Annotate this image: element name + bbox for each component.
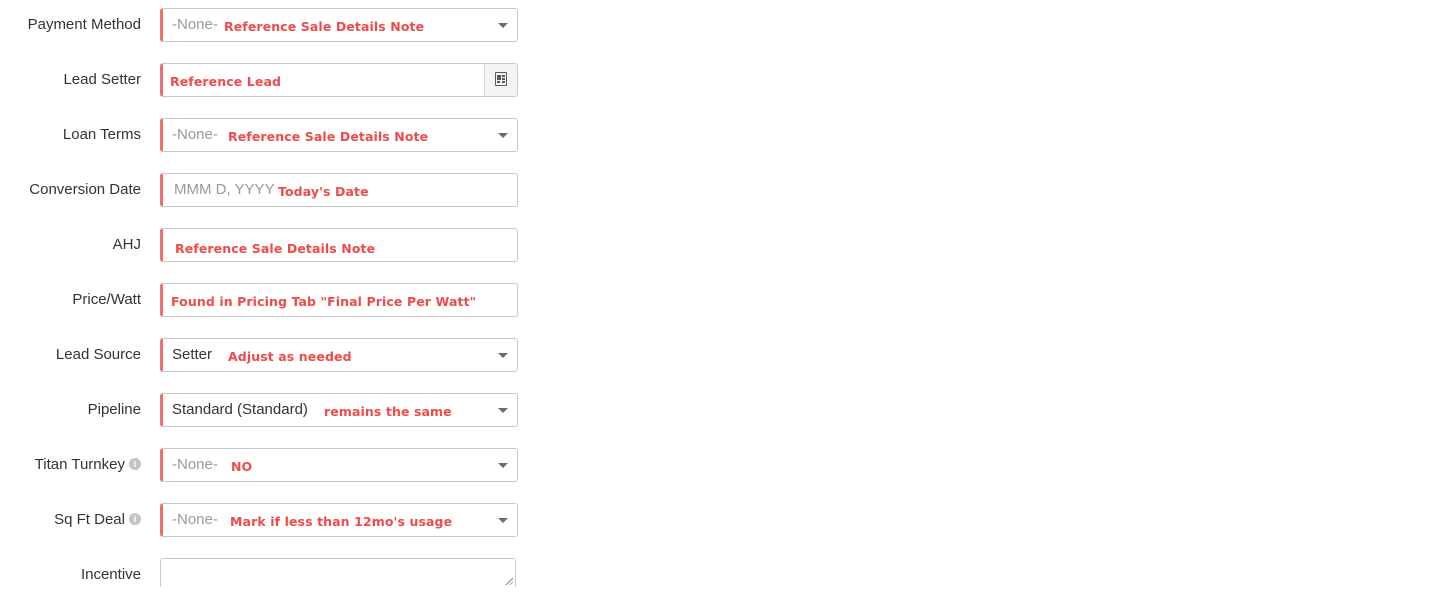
- lead-setter-row: Lead Setter Reference Lead: [0, 63, 560, 97]
- lead-source-label: Lead Source: [55, 346, 141, 363]
- info-icon[interactable]: i: [129, 458, 141, 471]
- lead-setter-lookup-input[interactable]: Reference Lead: [160, 63, 518, 97]
- payment-method-value: -None-: [172, 16, 218, 33]
- sq-ft-deal-row: Sq Ft Deal i -None- Mark if less than 12m…: [0, 503, 560, 537]
- conversion-date-row: Conversion Date MMM D, YYYY Today's Date: [0, 173, 560, 207]
- chevron-down-icon[interactable]: [498, 353, 508, 358]
- price-watt-input[interactable]: Found in Pricing Tab "Final Price Per Wa…: [160, 283, 518, 317]
- ahj-note: Reference Sale Details Note: [175, 241, 376, 256]
- lead-setter-note: Reference Lead: [170, 74, 282, 89]
- titan-turnkey-select[interactable]: -None- NO: [160, 448, 518, 482]
- titan-turnkey-note: NO: [231, 459, 253, 474]
- sq-ft-deal-note: Mark if less than 12mo's usage: [230, 514, 453, 529]
- conversion-date-label: Conversion Date: [29, 181, 141, 198]
- chevron-down-icon[interactable]: [498, 463, 508, 468]
- incentive-label: Incentive: [80, 566, 141, 583]
- price-watt-row: Price/Watt Found in Pricing Tab "Final P…: [0, 283, 560, 317]
- loan-terms-value: -None-: [172, 126, 218, 143]
- resize-handle-icon[interactable]: [506, 578, 513, 585]
- loan-terms-select[interactable]: -None- Reference Sale Details Note: [160, 118, 518, 152]
- payment-method-label: Payment Method: [27, 16, 141, 33]
- payment-method-row: Payment Method -None- Reference Sale Det…: [0, 8, 560, 42]
- chevron-down-icon[interactable]: [498, 408, 508, 413]
- loan-terms-label: Loan Terms: [62, 126, 141, 143]
- lead-source-value: Setter: [172, 346, 213, 363]
- chevron-down-icon[interactable]: [498, 518, 508, 523]
- price-watt-label: Price/Watt: [72, 291, 141, 308]
- lead-source-row: Lead Source Setter Adjust as needed: [0, 338, 560, 372]
- ahj-row: AHJ Reference Sale Details Note: [0, 228, 560, 262]
- ahj-input[interactable]: Reference Sale Details Note: [160, 228, 518, 262]
- pipeline-label: Pipeline: [87, 401, 141, 418]
- titan-turnkey-row: Titan Turnkey i -None- NO: [0, 448, 560, 482]
- titan-turnkey-label-wrap: Titan Turnkey i: [0, 448, 141, 482]
- lead-source-note: Adjust as needed: [228, 349, 352, 364]
- info-icon[interactable]: i: [129, 513, 141, 526]
- pipeline-row: Pipeline Standard (Standard) remains the…: [0, 393, 560, 427]
- loan-terms-note: Reference Sale Details Note: [228, 129, 429, 144]
- pipeline-select[interactable]: Standard (Standard) remains the same: [160, 393, 518, 427]
- titan-turnkey-label: Titan Turnkey: [34, 456, 125, 473]
- lead-setter-label: Lead Setter: [63, 71, 141, 88]
- conversion-date-note: Today's Date: [278, 184, 369, 199]
- conversion-date-placeholder: MMM D, YYYY: [174, 181, 275, 198]
- chevron-down-icon[interactable]: [498, 23, 508, 28]
- incentive-textarea[interactable]: [160, 558, 516, 587]
- sq-ft-deal-select[interactable]: -None- Mark if less than 12mo's usage: [160, 503, 518, 537]
- lead-source-select[interactable]: Setter Adjust as needed: [160, 338, 518, 372]
- price-watt-note: Found in Pricing Tab "Final Price Per Wa…: [171, 294, 477, 309]
- incentive-row: Incentive: [0, 558, 560, 592]
- sq-ft-deal-label: Sq Ft Deal: [54, 511, 125, 528]
- lookup-button[interactable]: [484, 64, 517, 96]
- pipeline-value: Standard (Standard): [172, 401, 308, 418]
- sq-ft-deal-label-wrap: Sq Ft Deal i: [0, 503, 141, 537]
- conversion-date-input[interactable]: MMM D, YYYY Today's Date: [160, 173, 518, 207]
- pipeline-note: remains the same: [324, 404, 452, 419]
- loan-terms-row: Loan Terms -None- Reference Sale Details…: [0, 118, 560, 152]
- payment-method-note: Reference Sale Details Note: [224, 19, 425, 34]
- chevron-down-icon[interactable]: [498, 133, 508, 138]
- ahj-label: AHJ: [112, 236, 141, 253]
- sq-ft-deal-value: -None-: [172, 511, 218, 528]
- payment-method-select[interactable]: -None- Reference Sale Details Note: [160, 8, 518, 42]
- contact-card-icon: [495, 72, 507, 86]
- titan-turnkey-value: -None-: [172, 456, 218, 473]
